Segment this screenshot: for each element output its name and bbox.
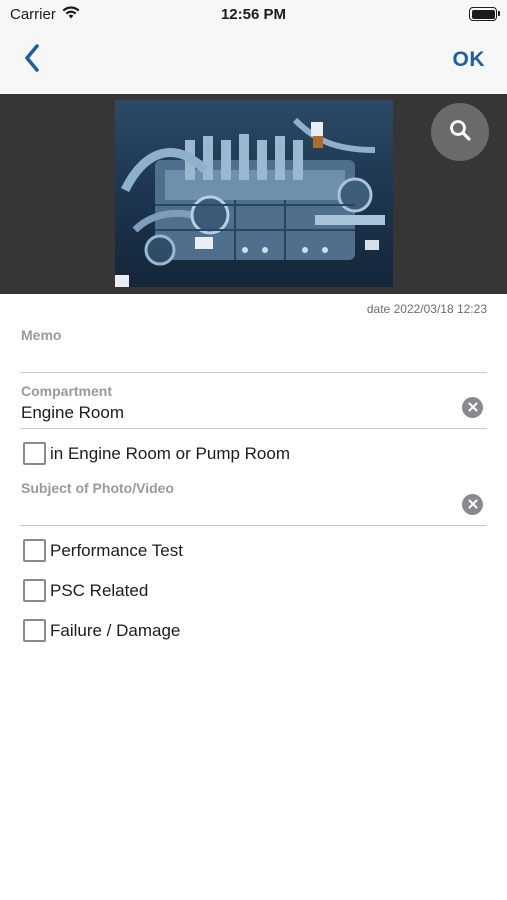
photo-viewer (0, 94, 507, 294)
failure-damage-checkbox[interactable] (23, 619, 46, 642)
performance-test-label: Performance Test (50, 540, 183, 560)
compartment-label: Compartment (21, 383, 113, 399)
magnifier-icon (448, 118, 472, 147)
compartment-value: Engine Room (21, 403, 125, 422)
memo-field[interactable]: Memo (20, 322, 487, 373)
engine-pump-room-label: in Engine Room or Pump Room (50, 443, 291, 463)
compartment-clear-button[interactable] (462, 397, 483, 418)
ok-button[interactable]: OK (453, 48, 486, 72)
photo-date: date 2022/03/18 12:23 (366, 302, 487, 316)
chevron-left-icon (24, 43, 40, 77)
compartment-field[interactable]: Compartment Engine Room (20, 378, 487, 429)
subject-clear-button[interactable] (462, 494, 483, 515)
subject-field[interactable]: Subject of Photo/Video (20, 475, 487, 526)
status-time: 12:56 PM (220, 6, 287, 23)
back-button[interactable] (14, 42, 50, 78)
clear-icon (468, 399, 478, 417)
psc-related-checkbox-row[interactable]: PSC Related (23, 579, 148, 602)
psc-related-label: PSC Related (50, 580, 149, 600)
engine-pump-room-checkbox[interactable] (23, 442, 46, 465)
performance-test-checkbox-row[interactable]: Performance Test (23, 539, 183, 562)
failure-damage-checkbox-row[interactable]: Failure / Damage (23, 619, 180, 642)
engine-pump-room-checkbox-row[interactable]: in Engine Room or Pump Room (23, 442, 290, 465)
failure-damage-label: Failure / Damage (50, 620, 181, 640)
battery-icon (469, 7, 500, 21)
memo-label: Memo (21, 327, 62, 343)
psc-related-checkbox[interactable] (23, 579, 46, 602)
status-bar: Carrier 12:56 PM (0, 0, 507, 30)
subject-label: Subject of Photo/Video (21, 480, 174, 496)
performance-test-checkbox[interactable] (23, 539, 46, 562)
clear-icon (468, 496, 478, 514)
engine-photo[interactable] (115, 100, 393, 287)
navigation-bar: OK (0, 30, 507, 94)
zoom-button[interactable] (431, 103, 489, 161)
